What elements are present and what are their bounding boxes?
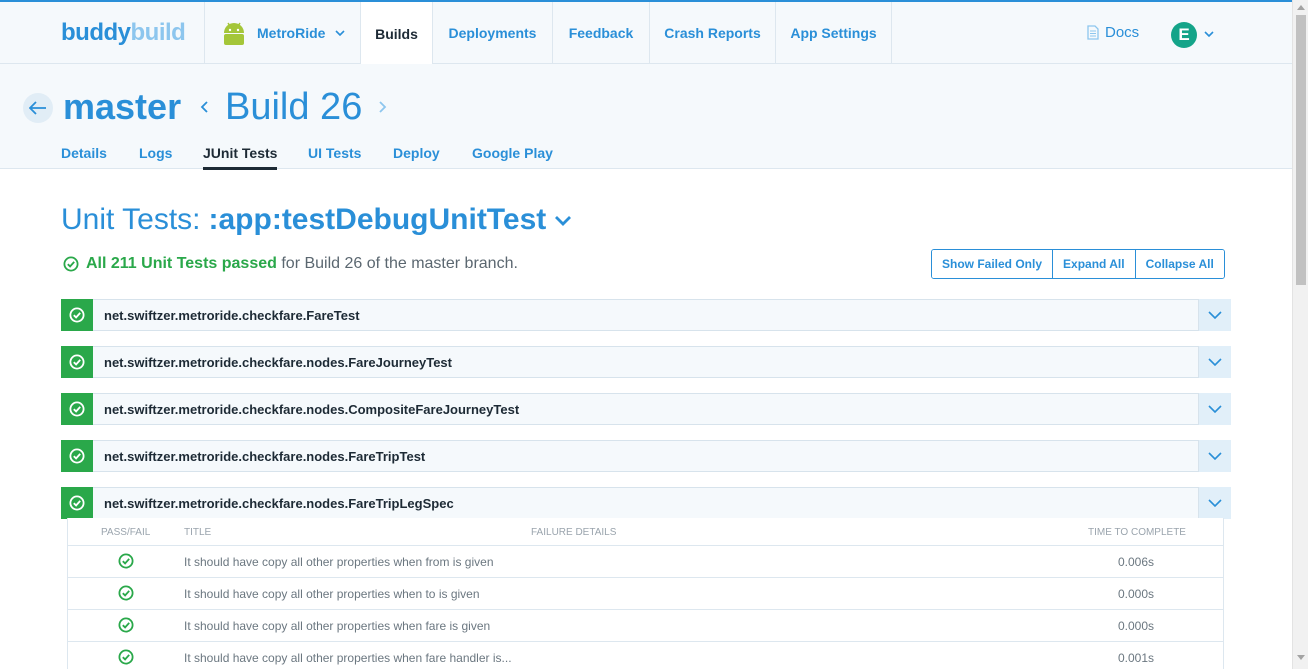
pass-badge: [61, 393, 93, 425]
table-row: It should have copy all other properties…: [68, 641, 1223, 669]
pass-badge: [61, 346, 93, 378]
test-suite-row[interactable]: net.swiftzer.metroride.checkfare.nodes.F…: [61, 487, 1231, 519]
page: buddybuild MetroRide Builds Deployments …: [0, 0, 1308, 669]
check-circle-icon: [69, 307, 85, 323]
chevron-down-icon: [1208, 405, 1222, 413]
scrollbar-thumb[interactable]: [1296, 15, 1306, 285]
tab-deploy[interactable]: Deploy: [393, 145, 440, 161]
nav-builds[interactable]: Builds: [360, 2, 432, 65]
android-icon: [224, 22, 244, 45]
top-nav: buddybuild MetroRide Builds Deployments …: [0, 0, 1292, 65]
arrow-left-icon: [29, 101, 46, 115]
test-suite-row[interactable]: net.swiftzer.metroride.checkfare.FareTes…: [61, 299, 1231, 331]
pass-badge: [61, 440, 93, 472]
table-row: It should have copy all other properties…: [68, 577, 1223, 609]
expand-all-button[interactable]: Expand All: [1053, 250, 1136, 278]
build-header: master Build 26 Details Logs JUnit Tests…: [0, 64, 1292, 170]
expand-toggle[interactable]: [1198, 299, 1231, 331]
suite-name: net.swiftzer.metroride.checkfare.nodes.F…: [104, 355, 452, 370]
app-name: MetroRide: [257, 25, 326, 41]
column-header-pass-fail: PASS/FAIL: [101, 527, 151, 538]
summary-passed: All 211 Unit Tests passed: [86, 255, 277, 272]
nav-deployments[interactable]: Deployments: [432, 2, 552, 64]
app-switcher[interactable]: MetroRide: [204, 2, 360, 64]
back-button[interactable]: [23, 93, 53, 123]
branch-name: master: [63, 86, 182, 127]
test-suite-row[interactable]: net.swiftzer.metroride.checkfare.nodes.C…: [61, 393, 1231, 425]
check-circle-icon: [69, 495, 85, 511]
test-title: It should have copy all other properties…: [184, 651, 512, 665]
expand-toggle[interactable]: [1198, 487, 1231, 519]
docs-label: Docs: [1105, 24, 1140, 41]
table-row: It should have copy all other properties…: [68, 545, 1223, 577]
avatar[interactable]: E: [1171, 22, 1197, 48]
test-summary: All 211 Unit Tests passed for Build 26 o…: [63, 255, 518, 273]
check-circle-icon: [118, 649, 134, 665]
expand-toggle[interactable]: [1198, 440, 1231, 472]
docs-link[interactable]: Docs: [1087, 24, 1139, 41]
check-circle-icon: [118, 617, 134, 633]
column-header-time: TIME TO COMPLETE: [1088, 527, 1186, 538]
check-circle-icon: [69, 448, 85, 464]
nav-feedback[interactable]: Feedback: [552, 2, 649, 64]
tab-junit-tests[interactable]: JUnit Tests: [203, 145, 278, 170]
pass-badge: [61, 487, 93, 519]
show-failed-only-button[interactable]: Show Failed Only: [932, 250, 1054, 278]
scroll-up-arrow-icon[interactable]: [1297, 4, 1305, 10]
check-circle-icon: [118, 585, 134, 601]
chevron-down-icon: [1208, 452, 1222, 460]
check-circle-icon: [63, 256, 79, 272]
chevron-down-icon[interactable]: [554, 215, 572, 226]
test-time: 0.000s: [1118, 587, 1155, 601]
chevron-down-icon: [1208, 311, 1222, 319]
scroll-down-arrow-icon[interactable]: [1297, 655, 1305, 661]
check-circle-icon: [118, 553, 134, 569]
test-title: It should have copy all other properties…: [184, 619, 491, 633]
chevron-left-icon[interactable]: [199, 99, 209, 115]
test-time: 0.001s: [1118, 651, 1155, 665]
test-suite-row[interactable]: net.swiftzer.metroride.checkfare.nodes.F…: [61, 440, 1231, 472]
chevron-down-icon: [335, 30, 346, 36]
tab-logs[interactable]: Logs: [139, 145, 172, 161]
build-title: Build 26: [225, 86, 363, 128]
chevron-right-icon[interactable]: [378, 99, 388, 115]
test-time: 0.000s: [1118, 619, 1155, 633]
nav-app-settings[interactable]: App Settings: [775, 2, 892, 64]
suite-name: net.swiftzer.metroride.checkfare.FareTes…: [104, 308, 360, 323]
nav-crash-reports[interactable]: Crash Reports: [649, 2, 775, 64]
tab-details[interactable]: Details: [61, 145, 107, 161]
unit-tests-label: Unit Tests:: [61, 203, 201, 236]
document-icon: [1087, 25, 1099, 40]
column-header-title: TITLE: [184, 527, 212, 538]
test-cases-table: PASS/FAIL TITLE FAILURE DETAILS TIME TO …: [67, 518, 1224, 669]
expand-toggle[interactable]: [1198, 393, 1231, 425]
tab-google-play[interactable]: Google Play: [472, 145, 553, 161]
tab-ui-tests[interactable]: UI Tests: [308, 145, 361, 161]
task-name[interactable]: :app:testDebugUnitTest: [209, 203, 547, 237]
test-suite-row[interactable]: net.swiftzer.metroride.checkfare.nodes.F…: [61, 346, 1231, 378]
suite-name: net.swiftzer.metroride.checkfare.nodes.F…: [104, 449, 426, 464]
unit-tests-title: Unit Tests: :app:testDebugUnitTest: [61, 203, 572, 237]
expand-toggle[interactable]: [1198, 346, 1231, 378]
check-circle-icon: [69, 401, 85, 417]
chevron-down-icon: [1208, 358, 1222, 366]
chevron-down-icon[interactable]: [1204, 31, 1214, 37]
test-time: 0.006s: [1118, 555, 1155, 569]
collapse-all-button[interactable]: Collapse All: [1135, 250, 1224, 278]
chevron-down-icon: [1208, 499, 1222, 507]
test-title: It should have copy all other properties…: [184, 555, 494, 569]
suite-name: net.swiftzer.metroride.checkfare.nodes.C…: [104, 402, 520, 417]
check-circle-icon: [69, 354, 85, 370]
filter-button-group: Show Failed Only Expand All Collapse All: [931, 249, 1225, 279]
test-title: It should have copy all other properties…: [184, 587, 480, 601]
summary-rest: for Build 26 of the master branch.: [281, 255, 518, 272]
logo[interactable]: buddybuild: [61, 19, 186, 47]
vertical-scrollbar[interactable]: [1292, 0, 1308, 669]
suite-name: net.swiftzer.metroride.checkfare.nodes.F…: [104, 496, 454, 511]
pass-badge: [61, 299, 93, 331]
table-row: It should have copy all other properties…: [68, 609, 1223, 641]
column-header-failure-details: FAILURE DETAILS: [531, 527, 617, 538]
